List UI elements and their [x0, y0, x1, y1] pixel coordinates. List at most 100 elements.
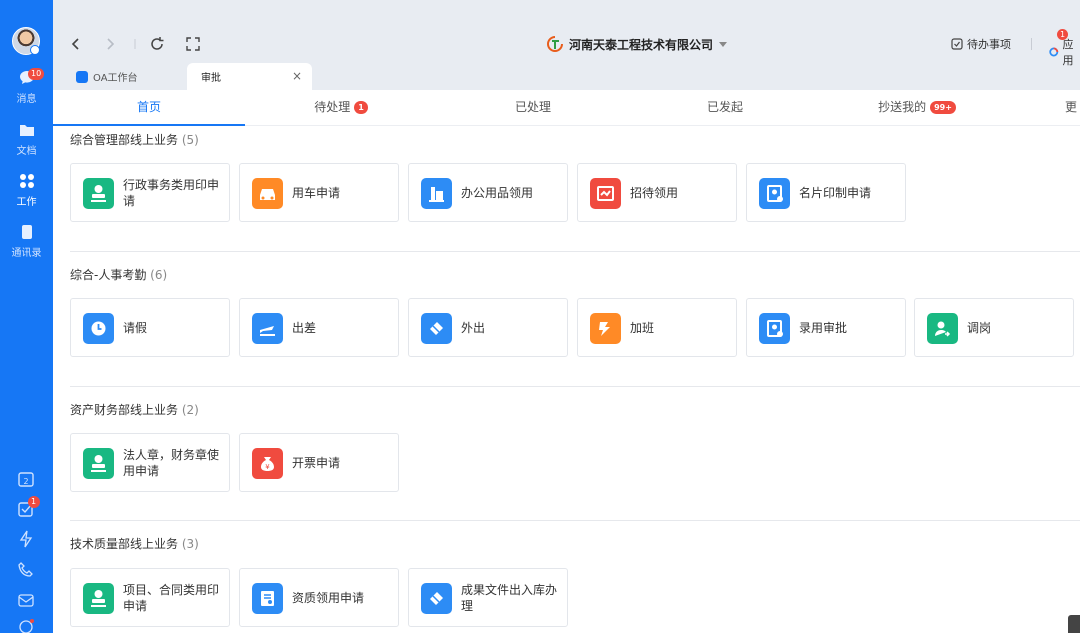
section-divider [70, 386, 1080, 387]
section-title: 技术质量部线上业务 (3) [70, 535, 199, 552]
rail-label: 文档 [16, 146, 37, 157]
car-icon [252, 178, 283, 209]
subtab-processed[interactable]: 已处理 [437, 90, 629, 126]
app-card[interactable]: 出差 [239, 298, 399, 357]
rail-item-docs[interactable]: 文档 [0, 122, 53, 157]
overtime-icon [590, 313, 621, 344]
subtab-pending[interactable]: 待处理 1 [245, 90, 437, 126]
fullscreen-icon[interactable] [185, 36, 201, 52]
apps-color-icon [1049, 47, 1059, 57]
subtab-initiated[interactable]: 已发起 [629, 90, 821, 126]
subtab-home[interactable]: 首页 [53, 90, 245, 126]
close-icon[interactable]: × [292, 69, 302, 83]
app-card[interactable]: ¥ 开票申请 [239, 433, 399, 492]
app-card[interactable]: 用车申请 [239, 163, 399, 222]
stamp-icon [83, 178, 114, 209]
section-title-text: 资产财务部线上业务 [70, 403, 179, 417]
subtab-label: 抄送我的 [878, 100, 927, 114]
apps-grid-icon [19, 174, 34, 188]
section-title-text: 技术质量部线上业务 [70, 537, 179, 551]
more-tools-icon[interactable] [17, 618, 35, 633]
todo-label: 待办事项 [967, 38, 1011, 51]
app-card[interactable]: 资质领用申请 [239, 568, 399, 627]
floating-widget[interactable] [1068, 615, 1080, 633]
hire-icon [759, 313, 790, 344]
reception-icon [590, 178, 621, 209]
chevron-down-icon [719, 41, 728, 47]
office-supplies-icon [421, 178, 452, 209]
app-card[interactable]: 项目、合同类用印申请 [70, 568, 230, 627]
subtab-label: 待处理 [314, 100, 351, 114]
refresh-icon[interactable] [149, 36, 165, 52]
app-card-label: 行政事务类用印申请 [123, 177, 220, 208]
app-card-label: 成果文件出入库办理 [461, 582, 558, 613]
section-count: (6) [150, 268, 168, 282]
lightning-icon[interactable] [17, 530, 35, 548]
subtab-more[interactable]: 更 [1065, 90, 1080, 126]
task-badge: 1 [28, 496, 40, 508]
app-card-label: 出差 [292, 320, 317, 335]
section-count: (3) [181, 537, 199, 551]
company-logo-icon [547, 36, 563, 52]
clock-icon [83, 313, 114, 344]
app-card[interactable]: 行政事务类用印申请 [70, 163, 230, 222]
stamp-icon [83, 448, 114, 479]
tab-approval[interactable]: 审批 × [187, 63, 312, 90]
section-divider [70, 520, 1080, 521]
section-title: 资产财务部线上业务 (2) [70, 401, 199, 418]
file-archive-icon [421, 583, 452, 614]
section-title-text: 综合管理部线上业务 [70, 133, 179, 147]
app-card[interactable]: 法人章，财务章使用申请 [70, 433, 230, 492]
calendar-icon[interactable]: 2 [17, 470, 35, 488]
app-card[interactable]: 调岗 [914, 298, 1074, 357]
app-card-label: 开票申请 [292, 455, 341, 470]
rail-label: 通讯录 [11, 248, 42, 259]
app-card[interactable]: 外出 [408, 298, 568, 357]
app-card[interactable]: 招待领用 [577, 163, 737, 222]
business-card-icon [759, 178, 790, 209]
tab-label: 审批 [201, 73, 221, 84]
rail-item-contacts[interactable]: 通讯录 [0, 224, 53, 259]
separator [1031, 38, 1032, 50]
folder-icon [19, 125, 34, 136]
stamp-icon [83, 583, 114, 614]
apps-label: 应用 [1062, 38, 1074, 67]
mail-icon[interactable] [17, 591, 35, 609]
pending-badge: 1 [354, 101, 368, 114]
app-card[interactable]: 录用审批 [746, 298, 906, 357]
back-icon[interactable] [68, 36, 84, 52]
app-card[interactable]: 成果文件出入库办理 [408, 568, 568, 627]
rail-item-work[interactable]: 工作 [0, 173, 53, 208]
todo-button[interactable]: 待办事项 [951, 36, 1011, 52]
company-switcher[interactable]: 河南天泰工程技术有限公司 [547, 34, 728, 54]
unread-badge: 10 [28, 68, 45, 80]
app-card-label: 项目、合同类用印申请 [123, 582, 220, 613]
forward-icon[interactable] [102, 36, 118, 52]
section-title-text: 综合-人事考勤 [70, 268, 147, 282]
app-card-label: 调岗 [967, 320, 992, 335]
apps-button[interactable]: 应用 [1049, 36, 1080, 68]
app-card-label: 请假 [123, 320, 148, 335]
checklist-icon [951, 38, 963, 50]
app-card-label: 招待领用 [630, 185, 679, 200]
app-card-label: 用车申请 [292, 185, 341, 200]
tab-oa-workbench[interactable]: OA工作台 [76, 63, 138, 90]
app-card[interactable]: 名片印制申请 [746, 163, 906, 222]
phone-icon[interactable] [17, 561, 35, 579]
app-card[interactable]: 加班 [577, 298, 737, 357]
company-name: 河南天泰工程技术有限公司 [569, 37, 714, 52]
app-card-label: 办公用品领用 [461, 185, 534, 200]
outing-icon [421, 313, 452, 344]
rail-item-messages[interactable]: 消息 10 [0, 68, 53, 105]
section-divider [70, 251, 1080, 252]
app-card-label: 名片印制申请 [799, 185, 872, 200]
app-card-label: 外出 [461, 320, 486, 335]
avatar-status-icon [30, 45, 40, 55]
app-card[interactable]: 请假 [70, 298, 230, 357]
subtab-label: 首页 [136, 100, 161, 114]
subtab-label: 更 [1065, 100, 1078, 114]
app-card[interactable]: 办公用品领用 [408, 163, 568, 222]
rail-label: 工作 [16, 197, 37, 208]
subtab-cc-me[interactable]: 抄送我的 99+ [821, 90, 1013, 126]
money-bag-icon: ¥ [252, 448, 283, 479]
